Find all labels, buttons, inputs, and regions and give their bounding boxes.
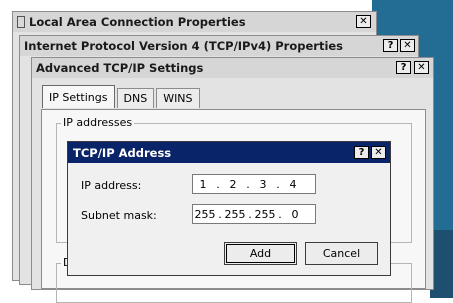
window-title: Local Area Connection Properties xyxy=(29,15,246,29)
window-title: Advanced TCP/IP Settings xyxy=(36,61,204,75)
tcpip-address-titlebar[interactable]: TCP/IP Address xyxy=(68,142,390,163)
network-adapter-icon xyxy=(17,16,25,28)
tcpip-address-dialog: TCP/IP Address ? ✕ IP address: 1 . 2 . 3… xyxy=(67,141,391,276)
octet-separator: . xyxy=(246,177,250,191)
ip-octet-4: 4 xyxy=(289,177,297,191)
subnet-mask-label: Subnet mask: xyxy=(81,209,157,222)
tab-ip-settings[interactable]: IP Settings xyxy=(42,85,115,108)
help-icon[interactable]: ? xyxy=(354,146,369,159)
ip-addresses-group-label: IP addresses xyxy=(61,116,135,129)
tab-dns[interactable]: DNS xyxy=(116,88,155,108)
tab-strip: IP Settings DNS WINS xyxy=(42,85,202,108)
ip-octet-2: 2 xyxy=(229,177,237,191)
octet-separator: . xyxy=(276,177,280,191)
ipv4-titlebar[interactable]: Internet Protocol Version 4 (TCP/IPv4) P… xyxy=(20,36,418,56)
ip-address-field[interactable]: 1 . 2 . 3 . 4 xyxy=(192,174,316,194)
close-icon[interactable]: ✕ xyxy=(400,39,415,52)
help-icon[interactable]: ? xyxy=(396,61,411,74)
ip-octet-1: 1 xyxy=(199,177,207,191)
mask-octet-4: 0 xyxy=(291,207,299,221)
tab-wins[interactable]: WINS xyxy=(156,88,200,108)
local-area-titlebar[interactable]: Local Area Connection Properties xyxy=(13,12,376,32)
close-icon[interactable]: ✕ xyxy=(356,15,371,28)
dialog-title: TCP/IP Address xyxy=(73,145,172,160)
cancel-button[interactable]: Cancel xyxy=(305,242,378,265)
close-icon[interactable]: ✕ xyxy=(371,146,386,159)
mask-octet-2: 255 xyxy=(224,207,246,221)
ip-address-label: IP address: xyxy=(81,179,142,192)
close-icon[interactable]: ✕ xyxy=(414,61,429,74)
advanced-titlebar[interactable]: Advanced TCP/IP Settings xyxy=(32,58,433,78)
octet-separator: . xyxy=(216,177,220,191)
help-icon[interactable]: ? xyxy=(383,39,398,52)
mask-octet-1: 255 xyxy=(194,207,216,221)
add-button[interactable]: Add xyxy=(224,242,297,265)
window-title: Internet Protocol Version 4 (TCP/IPv4) P… xyxy=(24,39,344,53)
mask-octet-3: 255 xyxy=(254,207,276,221)
subnet-mask-field[interactable]: 255 . 255 . 255 . 0 xyxy=(192,204,316,224)
ip-octet-3: 3 xyxy=(259,177,267,191)
